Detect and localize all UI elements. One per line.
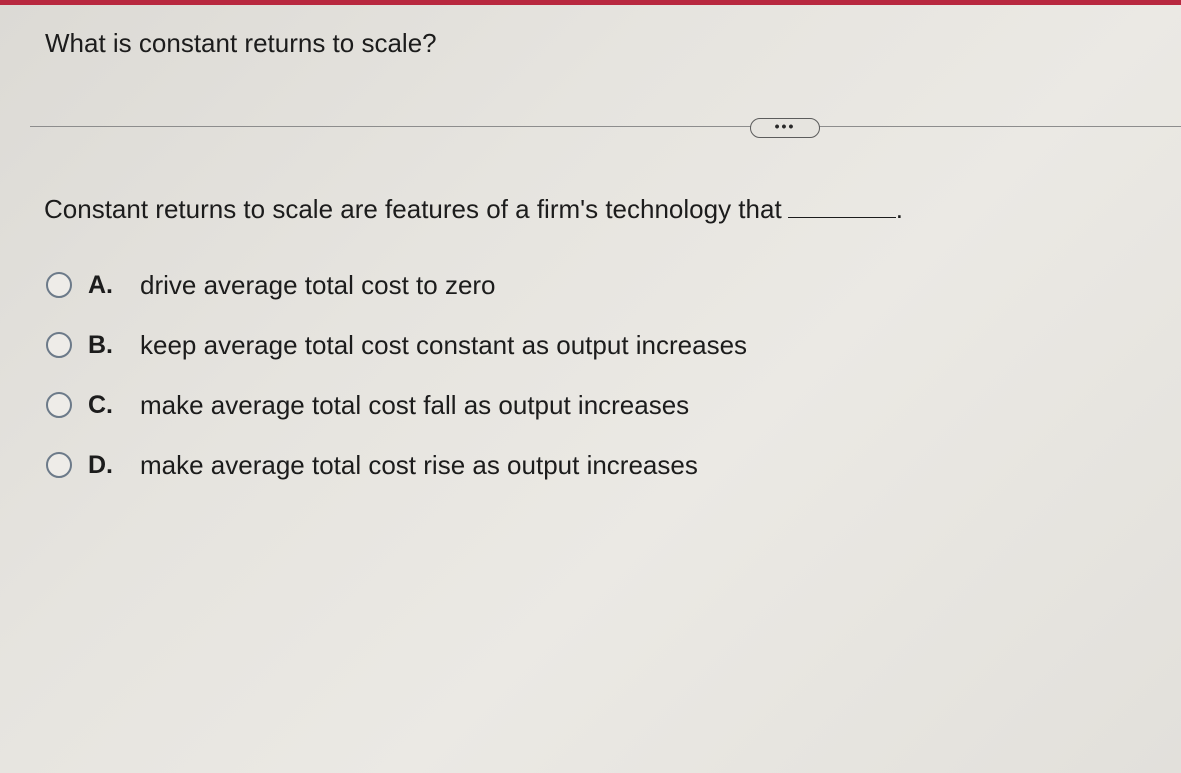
radio-button-b[interactable]	[46, 332, 72, 358]
option-letter: A.	[88, 270, 113, 299]
stem-period: .	[895, 194, 903, 224]
option-text: keep average total cost constant as outp…	[140, 329, 748, 360]
option-a[interactable]: A. drive average total cost to zero	[46, 265, 747, 305]
top-accent-bar	[0, 0, 1181, 5]
radio-button-a[interactable]	[46, 272, 72, 298]
option-d[interactable]: D. make average total cost rise as outpu…	[46, 445, 747, 485]
ellipsis-icon: •••	[774, 118, 796, 134]
question-stem: Constant returns to scale are features o…	[44, 194, 903, 225]
divider	[30, 126, 1181, 127]
option-letter: C.	[88, 390, 113, 419]
radio-button-d[interactable]	[46, 452, 72, 478]
answer-blank	[787, 195, 896, 218]
option-letter: D.	[88, 450, 113, 479]
option-letter: B.	[88, 330, 113, 359]
question-title: What is constant returns to scale?	[45, 28, 437, 58]
option-text: make average total cost rise as output i…	[140, 449, 698, 480]
expand-more-button[interactable]: •••	[750, 118, 820, 138]
option-b[interactable]: B. keep average total cost constant as o…	[46, 325, 747, 365]
answer-options: A. drive average total cost to zero B. k…	[46, 265, 747, 505]
option-text: make average total cost fall as output i…	[140, 389, 690, 420]
option-text: drive average total cost to zero	[140, 269, 496, 300]
option-c[interactable]: C. make average total cost fall as outpu…	[46, 385, 747, 425]
radio-button-c[interactable]	[46, 392, 72, 418]
question-stem-text: Constant returns to scale are features o…	[44, 194, 782, 224]
